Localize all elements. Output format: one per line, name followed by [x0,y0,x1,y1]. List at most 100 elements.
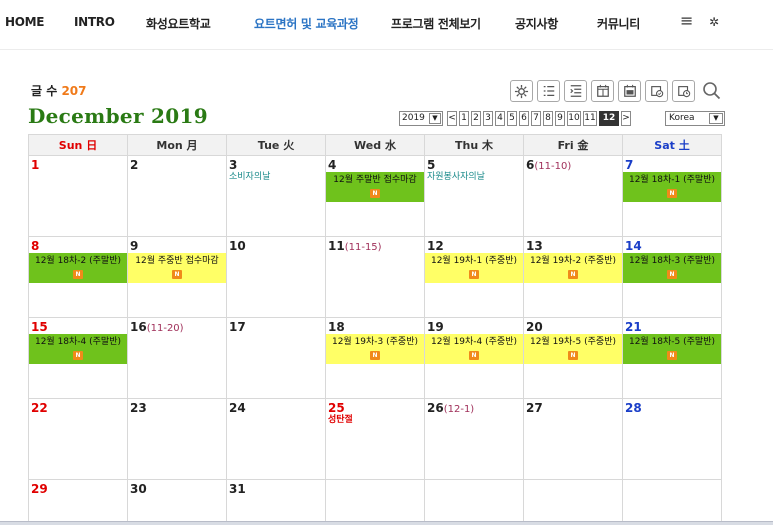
month-link-9[interactable]: 9 [555,111,565,126]
calendar-day-cell[interactable]: 31 [226,479,326,525]
calendar-day-icon[interactable] [618,80,641,102]
weekday-header-row: Sun 日 Mon 月 Tue 火 Wed 水 Thu 木 Fri 金 Sat … [28,134,722,156]
calendar-day-cell[interactable]: 3 소비자의날 [226,155,326,237]
list-icon[interactable] [537,80,560,102]
calendar-day-cell[interactable]: 28 [622,398,722,480]
month-link-5[interactable]: 5 [507,111,517,126]
country-select[interactable]: Korea ▼ [665,111,725,126]
calendar-day-cell[interactable]: 26(12-1) [424,398,524,480]
day-number-text: 9 [130,239,139,253]
calendar-day-cell[interactable]: 24 [226,398,326,480]
calendar-event[interactable]: 12월 19차-3 (주중반) N [326,334,424,364]
next-month-button[interactable]: > [621,111,631,126]
day-number: 10 [227,240,325,253]
calendar-day-cell[interactable]: 16(11-20) [127,317,227,399]
calendar-day-cell[interactable]: 18 12월 19차-3 (주중반) N [325,317,425,399]
day-number-text: 25 [328,401,345,415]
calendar-event[interactable]: 12월 19차-2 (주중반) N [524,253,622,283]
menu-icon[interactable]: ≡ [680,11,693,30]
calendar-event[interactable]: 12월 18차-2 (주말반) N [29,253,127,283]
day-number: 25 [326,402,424,415]
calendar-day-cell[interactable]: 30 [127,479,227,525]
calendar-day-cell[interactable]: 17 [226,317,326,399]
nav-community[interactable]: 커뮤니티 [597,15,640,32]
calendar-day-cell[interactable]: 1 [28,155,128,237]
month-link-2[interactable]: 2 [471,111,481,126]
calendar-event[interactable]: 12월 18차-3 (주말반) N [623,253,721,283]
post-count-label: 글 수 [31,84,58,98]
new-badge-icon: N [667,351,677,360]
calendar-week-row: 1 2 3 소비자의날 4 12월 주말반 접수마감 N 5 자원봉사자의날 6(11-10) 7 1… [28,155,722,237]
calendar-day-cell[interactable]: 9 12월 주중반 접수마감 N [127,236,227,318]
new-badge-icon: N [73,270,83,279]
nav-home[interactable]: HOME [5,15,44,29]
calendar-event[interactable]: 12월 19차-4 (주중반) N [425,334,523,364]
calendar-day-cell[interactable]: 5 자원봉사자의날 [424,155,524,237]
month-link-1[interactable]: 1 [459,111,469,126]
nav-all-programs[interactable]: 프로그램 전체보기 [391,15,481,32]
calendar-day-cell[interactable]: 6(11-10) [523,155,623,237]
year-select[interactable]: 2019 ▼ [399,111,443,126]
prev-month-button[interactable]: < [447,111,457,126]
calendar-day-cell[interactable]: 2 [127,155,227,237]
calendar-day-cell[interactable]: 7 12월 18차-1 (주말반) N [622,155,722,237]
calendar-day-cell[interactable]: 29 [28,479,128,525]
calendar-day-cell [622,479,722,525]
calendar-week-row: 22 23 24 25 성탄절 26(12-1) 27 28 [28,398,722,480]
calendar-month-icon[interactable] [591,80,614,102]
calendar-day-cell[interactable]: 27 [523,398,623,480]
event-title: 12월 19차-2 (주중반) [529,256,617,266]
month-link-8[interactable]: 8 [543,111,553,126]
calendar-day-cell[interactable]: 22 [28,398,128,480]
list-indent-icon[interactable] [564,80,587,102]
day-number: 23 [128,402,226,415]
event-title: 12월 19차-1 (주중반) [430,256,518,266]
calendar-event[interactable]: 12월 주중반 접수마감 N [128,253,226,283]
calendar-event[interactable]: 12월 주말반 접수마감 N [326,172,424,202]
nav-intro[interactable]: INTRO [74,15,115,29]
month-link-12[interactable]: 12 [599,111,619,126]
calendar-day-cell[interactable]: 20 12월 19차-5 (주중반) N [523,317,623,399]
calendar-clock-icon[interactable] [672,80,695,102]
calendar-day-cell[interactable]: 4 12월 주말반 접수마감 N [325,155,425,237]
calendar-day-cell[interactable]: 8 12월 18차-2 (주말반) N [28,236,128,318]
month-link-10[interactable]: 10 [567,111,581,126]
calendar-day-cell[interactable]: 19 12월 19차-4 (주중반) N [424,317,524,399]
settings-icon[interactable]: ✲ [709,15,719,29]
day-number-text: 14 [625,239,642,253]
calendar-day-cell[interactable]: 11(11-15) [325,236,425,318]
month-link-3[interactable]: 3 [483,111,493,126]
calendar-event[interactable]: 12월 19차-1 (주중반) N [425,253,523,283]
month-link-6[interactable]: 6 [519,111,529,126]
calendar-check-icon[interactable] [645,80,668,102]
calendar-day-cell[interactable]: 23 [127,398,227,480]
month-link-11[interactable]: 11 [583,111,597,126]
day-number-text: 27 [526,401,543,415]
calendar-event[interactable]: 12월 18차-5 (주말반) N [623,334,721,364]
day-number: 30 [128,483,226,496]
nav-license-courses[interactable]: 요트면허 및 교육과정 [254,15,359,32]
calendar-day-cell[interactable]: 10 [226,236,326,318]
month-link-7[interactable]: 7 [531,111,541,126]
day-number: 27 [524,402,622,415]
calendar-day-cell[interactable]: 14 12월 18차-3 (주말반) N [622,236,722,318]
country-select-value: Korea [669,113,695,123]
calendar-day-cell[interactable]: 15 12월 18차-4 (주말반) N [28,317,128,399]
calendar-event[interactable]: 12월 19차-5 (주중반) N [524,334,622,364]
calendar-event[interactable]: 12월 18차-1 (주말반) N [623,172,721,202]
calendar-day-cell[interactable]: 12 12월 19차-1 (주중반) N [424,236,524,318]
weekday-mon: Mon 月 [127,134,227,156]
nav-hwaseong-yacht-school[interactable]: 화성요트학교 [146,15,211,32]
calendar-day-cell[interactable]: 13 12월 19차-2 (주중반) N [523,236,623,318]
month-link-4[interactable]: 4 [495,111,505,126]
calendar-day-cell[interactable]: 25 성탄절 [325,398,425,480]
new-badge-icon: N [667,270,677,279]
calendar-day-cell[interactable]: 21 12월 18차-5 (주말반) N [622,317,722,399]
day-number: 22 [29,402,127,415]
gear-icon[interactable] [510,80,533,102]
day-number-text: 21 [625,320,642,334]
event-title: 12월 주중반 접수마감 [135,256,219,266]
calendar-event[interactable]: 12월 18차-4 (주말반) N [29,334,127,364]
search-icon[interactable] [700,79,724,103]
nav-notices[interactable]: 공지사항 [515,15,558,32]
